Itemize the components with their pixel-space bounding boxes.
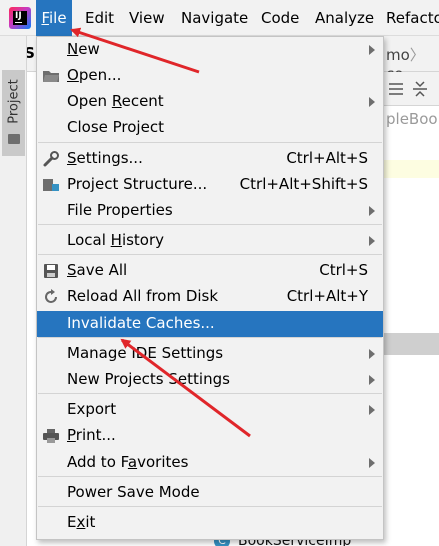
menu-item-open-recent[interactable]: Open Recent xyxy=(37,89,383,115)
intellij-logo-icon: IJ xyxy=(9,7,31,29)
menu-item-shortcut: Ctrl+Alt+Shift+S xyxy=(239,175,368,193)
menu-item-label: Manage IDE Settings xyxy=(67,344,224,362)
submenu-arrow-icon xyxy=(369,97,375,107)
menu-item-label: Reload All from Disk xyxy=(67,287,219,305)
submenu-arrow-icon xyxy=(369,405,375,415)
menu-separator xyxy=(38,254,382,255)
project-tool-tab[interactable]: Project xyxy=(2,70,25,156)
menu-item-reload-all[interactable]: Reload All from Disk Ctrl+Alt+Y xyxy=(37,284,383,310)
file-menu-dropdown: New Open... Open Recent Close Project Settin… xyxy=(36,36,384,540)
menu-item-label: Print... xyxy=(67,426,116,444)
menu-item-label: Save All xyxy=(67,261,128,279)
menu-navigate[interactable]: Navigate xyxy=(181,0,248,36)
menu-item-new[interactable]: New xyxy=(37,37,383,63)
menu-separator xyxy=(38,337,382,338)
submenu-arrow-icon xyxy=(369,206,375,216)
menu-item-new-projects-settings[interactable]: New Projects Settings xyxy=(37,367,383,393)
submenu-arrow-icon xyxy=(369,349,375,359)
menu-code[interactable]: Code xyxy=(261,0,299,36)
menu-item-shortcut: Ctrl+Alt+Y xyxy=(286,287,368,305)
align-icon[interactable] xyxy=(383,72,439,106)
caret-line-highlight xyxy=(383,160,439,178)
menu-item-open[interactable]: Open... xyxy=(37,63,383,89)
breadcrumb-separator: 〉 xyxy=(409,46,425,64)
menu-item-label: Project Structure... xyxy=(67,175,208,193)
submenu-arrow-icon xyxy=(369,45,375,55)
menu-item-manage-ide-settings[interactable]: Manage IDE Settings xyxy=(37,341,383,367)
project-structure-icon xyxy=(42,176,60,194)
menu-item-invalidate-caches[interactable]: Invalidate Caches... xyxy=(37,311,383,337)
ide-window: SSM mo〉co pleBook Project CBookServiceIm… xyxy=(0,0,439,546)
selected-tree-row xyxy=(383,333,439,355)
reload-icon xyxy=(42,288,60,306)
menu-analyze[interactable]: Analyze xyxy=(315,0,374,36)
menu-separator xyxy=(38,393,382,394)
menu-item-label: Add to Favorites xyxy=(67,453,189,471)
menu-item-label: Invalidate Caches... xyxy=(67,314,215,332)
project-tab-label: Project xyxy=(6,79,22,124)
menu-item-export[interactable]: Export xyxy=(37,397,383,423)
submenu-arrow-icon xyxy=(369,458,375,468)
menu-refactor[interactable]: Refactor xyxy=(386,0,439,36)
menu-item-label: Settings... xyxy=(67,149,143,167)
menu-item-file-properties[interactable]: File Properties xyxy=(37,198,383,224)
menu-item-label: Open... xyxy=(67,66,122,84)
folder-icon xyxy=(8,134,20,144)
menu-item-label: File Properties xyxy=(67,201,173,219)
menu-item-label: Power Save Mode xyxy=(67,483,200,501)
menu-item-power-save-mode[interactable]: Power Save Mode xyxy=(37,480,383,506)
menu-item-shortcut: Ctrl+Alt+S xyxy=(286,149,368,167)
menu-item-save-all[interactable]: Save All Ctrl+S xyxy=(37,258,383,284)
menu-item-project-structure[interactable]: Project Structure... Ctrl+Alt+Shift+S xyxy=(37,172,383,198)
submenu-arrow-icon xyxy=(369,236,375,246)
menu-item-label: Close Project xyxy=(67,118,164,136)
menu-item-label: New Projects Settings xyxy=(67,370,230,388)
menu-file[interactable]: File xyxy=(36,0,72,36)
menu-item-exit[interactable]: Exit xyxy=(37,510,383,536)
menu-item-label: Exit xyxy=(67,513,96,531)
menu-separator xyxy=(38,476,382,477)
wrench-icon xyxy=(42,150,60,168)
menu-item-label: Local History xyxy=(67,231,165,249)
menu-separator xyxy=(38,506,382,507)
structure-toolbar xyxy=(383,72,439,106)
menu-item-label: New xyxy=(67,40,100,58)
submenu-arrow-icon xyxy=(369,375,375,385)
menu-item-local-history[interactable]: Local History xyxy=(37,228,383,254)
menu-view[interactable]: View xyxy=(129,0,165,36)
menu-item-close-project[interactable]: Close Project xyxy=(37,115,383,141)
menu-separator xyxy=(38,224,382,225)
menu-item-label: Open Recent xyxy=(67,92,164,110)
menu-item-label: Export xyxy=(67,400,117,418)
menu-item-shortcut: Ctrl+S xyxy=(319,261,368,279)
menu-item-add-to-favorites[interactable]: Add to Favorites xyxy=(37,450,383,476)
menu-separator xyxy=(38,142,382,143)
breadcrumb-module[interactable]: mo xyxy=(386,46,410,64)
menu-item-print[interactable]: Print... xyxy=(37,423,383,449)
folder-icon xyxy=(42,67,60,85)
menu-bar: IJ File Edit View Navigate Code Analyze Refact… xyxy=(0,0,439,36)
menu-item-settings[interactable]: Settings... Ctrl+Alt+S xyxy=(37,146,383,172)
menu-edit[interactable]: Edit xyxy=(85,0,114,36)
editor-text-fragment: pleBook xyxy=(386,110,439,128)
printer-icon xyxy=(42,427,60,445)
save-icon xyxy=(42,262,60,280)
